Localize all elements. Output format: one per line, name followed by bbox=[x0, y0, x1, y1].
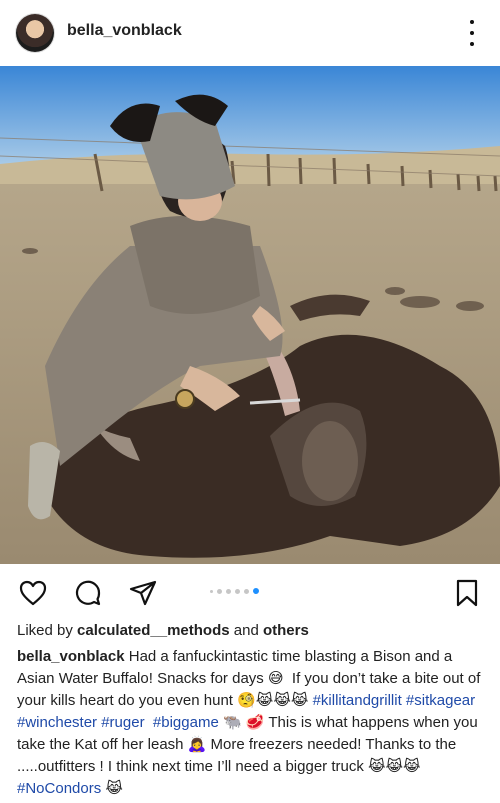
carousel-dot bbox=[210, 589, 213, 593]
more-vertical-icon[interactable] bbox=[464, 20, 480, 46]
caption-text: 😹 bbox=[101, 780, 123, 797]
likes-others[interactable]: others bbox=[263, 622, 309, 639]
caption-hashtag[interactable]: #NoCondors bbox=[17, 780, 101, 797]
likes-summary: Liked by calculated__methods and others bbox=[17, 622, 309, 639]
likes-middle: and bbox=[229, 622, 263, 639]
post-actions bbox=[0, 570, 500, 614]
carousel-dot bbox=[217, 588, 222, 594]
carousel-dot bbox=[244, 588, 249, 594]
caption-username[interactable]: bella_vonblack bbox=[17, 648, 125, 665]
post-photo[interactable] bbox=[0, 66, 500, 564]
carousel-indicator bbox=[210, 588, 259, 594]
avatar[interactable] bbox=[16, 14, 54, 52]
liked-by-user[interactable]: calculated__methods bbox=[77, 622, 230, 639]
carousel-dot bbox=[235, 588, 240, 594]
carousel-dot bbox=[226, 588, 231, 594]
post-username[interactable]: bella_vonblack bbox=[67, 22, 182, 40]
share-icon[interactable] bbox=[128, 578, 158, 608]
comment-icon[interactable] bbox=[73, 578, 103, 608]
carousel-dot-active bbox=[253, 588, 259, 594]
heart-icon[interactable] bbox=[18, 578, 48, 608]
post-header: bella_vonblack bbox=[0, 0, 500, 66]
likes-prefix: Liked by bbox=[17, 622, 78, 639]
bookmark-icon[interactable] bbox=[452, 578, 482, 608]
post-caption: bella_vonblack Had a fanfuckintastic tim… bbox=[17, 646, 487, 800]
